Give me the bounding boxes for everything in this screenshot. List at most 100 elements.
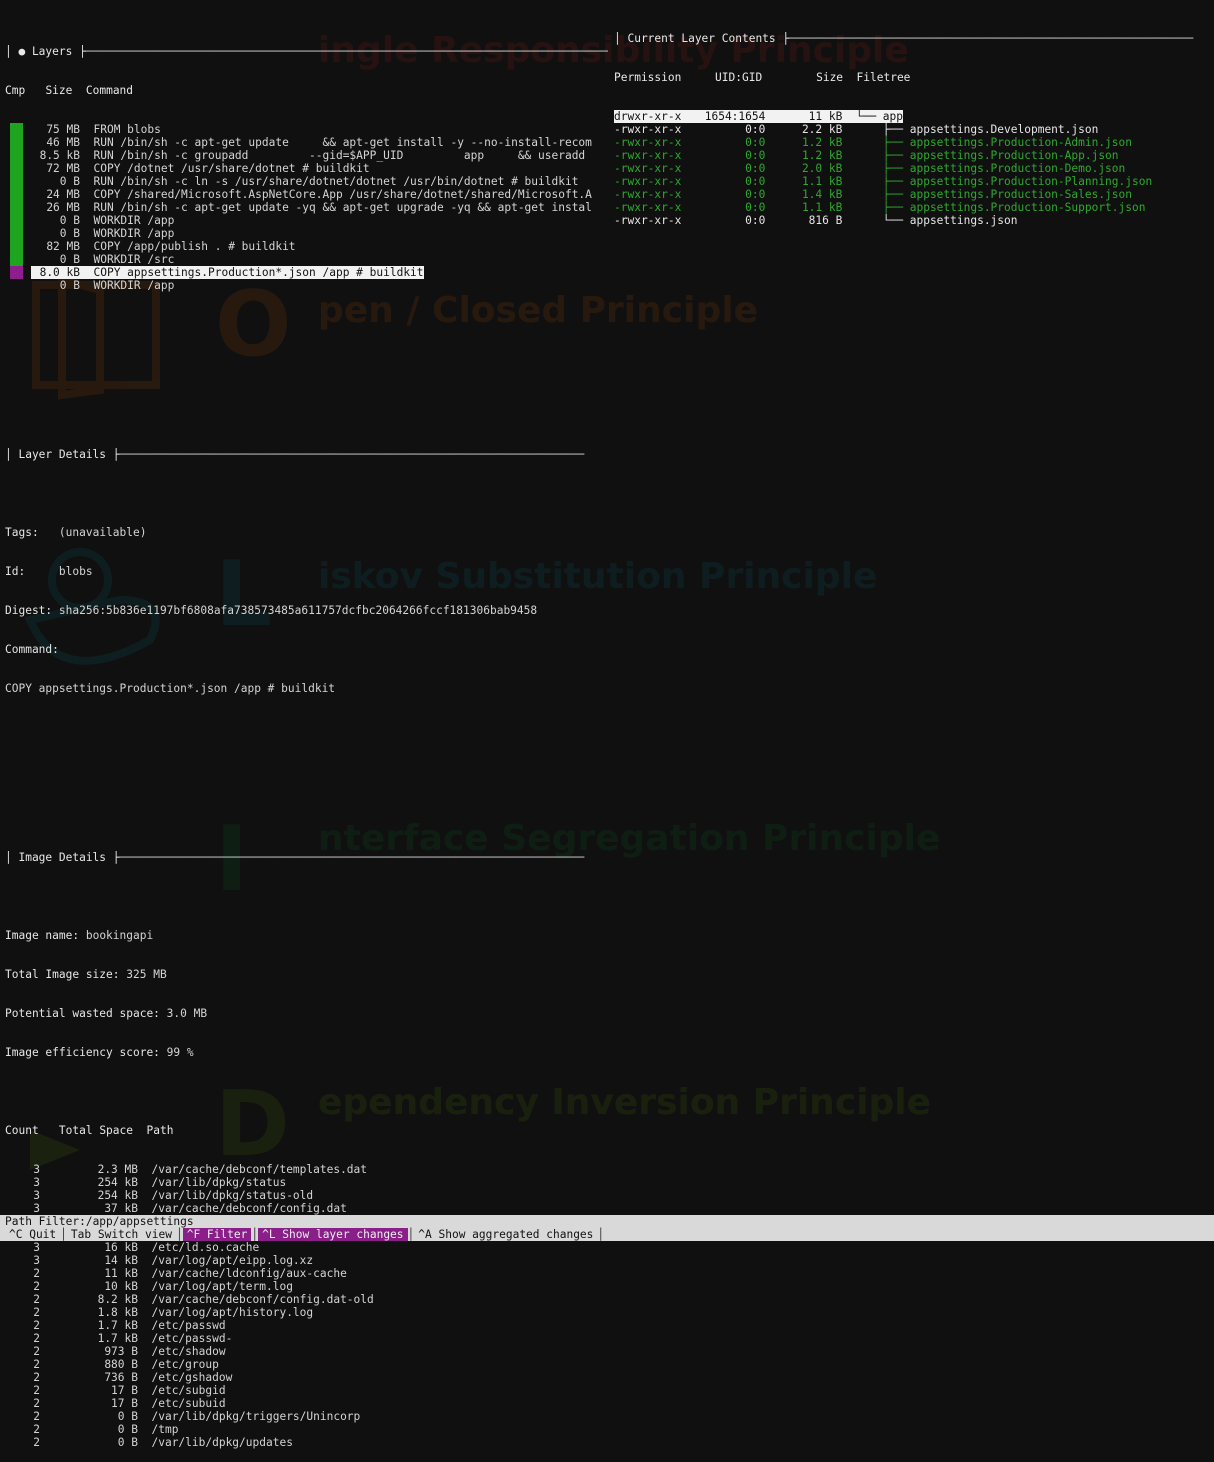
- file-row-body[interactable]: -rwxr-xr-x 0:0 1.4 kB ├── appsettings.Prod…: [614, 188, 1132, 201]
- keybinding-1[interactable]: Tab Switch view: [67, 1228, 176, 1241]
- layer-row[interactable]: 24 MB COPY /shared/Microsoft.AspNetCore.…: [5, 188, 608, 201]
- layer-row[interactable]: 26 MB RUN /bin/sh -c apt-get update -yq …: [5, 201, 608, 214]
- file-row[interactable]: drwxr-xr-x 1654:1654 11 kB └── app: [614, 110, 1214, 123]
- file-row[interactable]: -rwxr-xr-x 0:0 1.1 kB ├── appsettings.Prod…: [614, 201, 1214, 214]
- wasted-space: 0 B: [117, 1410, 138, 1423]
- keybinding-2[interactable]: ^F Filter: [182, 1228, 252, 1241]
- layer-row[interactable]: 0 B WORKDIR /app: [5, 279, 608, 292]
- wasted-row: 3 14 kB /var/log/apt/eipp.log.xz: [5, 1254, 608, 1267]
- wasted-space: 17 B: [111, 1384, 138, 1397]
- layer-row[interactable]: 82 MB COPY /app/publish . # buildkit: [5, 240, 608, 253]
- file-row-body[interactable]: -rwxr-xr-x 0:0 2.0 kB ├── appsettings.Prod…: [614, 162, 1125, 175]
- wasted-count: 2: [33, 1436, 40, 1449]
- layer-list[interactable]: 75 MB FROM blobs 46 MB RUN /bin/sh -c apt…: [5, 123, 608, 292]
- contents-panel-title: │ Current Layer Contents ├: [614, 32, 790, 45]
- layer-command: WORKDIR /src: [93, 253, 175, 266]
- file-size: 1.4 kB: [801, 188, 843, 201]
- path-filter[interactable]: Path Filter:/app/appsettings: [0, 1215, 1214, 1228]
- layer-row[interactable]: 0 B RUN /bin/sh -c ln -s /usr/share/dotn…: [5, 175, 608, 188]
- file-row[interactable]: -rwxr-xr-x 0:0 1.2 kB ├── appsettings.Prod…: [614, 149, 1214, 162]
- wasted-space-value: 3.0 MB: [166, 1007, 208, 1020]
- file-name: appsettings.Production-Planning.json: [909, 175, 1153, 188]
- tree-branch: ├──: [855, 201, 910, 214]
- layer-row[interactable]: 75 MB FROM blobs: [5, 123, 608, 136]
- file-row[interactable]: -rwxr-xr-x 0:0 816 B └── appsettings.json: [614, 214, 1214, 227]
- wasted-space: 736 B: [104, 1371, 138, 1384]
- file-row-body[interactable]: -rwxr-xr-x 0:0 1.2 kB ├── appsettings.Prod…: [614, 149, 1119, 162]
- file-row[interactable]: -rwxr-xr-x 0:0 2.0 kB ├── appsettings.Prod…: [614, 162, 1214, 175]
- keybinding-0[interactable]: ^C Quit: [5, 1228, 60, 1241]
- layer-row[interactable]: 46 MB RUN /bin/sh -c apt-get update && a…: [5, 136, 608, 149]
- file-tree[interactable]: drwxr-xr-x 1654:1654 11 kB └── app -rwxr-xr…: [614, 110, 1214, 227]
- file-row-body[interactable]: -rwxr-xr-x 0:0 1.1 kB ├── appsettings.Prod…: [614, 175, 1152, 188]
- col-path: Path: [146, 1124, 174, 1137]
- file-row-body[interactable]: -rwxr-xr-x 0:0 1.1 kB ├── appsettings.Prod…: [614, 201, 1145, 214]
- layer-row[interactable]: 8.5 kB RUN /bin/sh -c groupadd --gid=$AP…: [5, 149, 608, 162]
- layer-row-body[interactable]: 0 B WORKDIR /app: [31, 279, 175, 292]
- file-uidgid: 0:0: [745, 149, 766, 162]
- layer-row[interactable]: 0 B WORKDIR /src: [5, 253, 608, 266]
- layer-row-body[interactable]: 46 MB RUN /bin/sh -c apt-get update && a…: [31, 136, 592, 149]
- layer-row-body[interactable]: 8.5 kB RUN /bin/sh -c groupadd --gid=$AP…: [31, 149, 586, 162]
- file-row-body[interactable]: -rwxr-xr-x 0:0 2.2 kB ├── appsettings.Deve…: [614, 123, 1098, 136]
- tree-branch: ├──: [855, 149, 910, 162]
- layer-command: RUN /bin/sh -c ln -s /usr/share/dotnet/d…: [93, 175, 579, 188]
- layers-panel[interactable]: │ ● Layers ├────────────────────────────…: [5, 19, 608, 305]
- layer-row-body[interactable]: 82 MB COPY /app/publish . # buildkit: [31, 240, 295, 253]
- wasted-path: /var/cache/debconf/config.dat-old: [151, 1293, 374, 1306]
- file-row[interactable]: -rwxr-xr-x 0:0 1.2 kB ├── appsettings.Prod…: [614, 136, 1214, 149]
- wasted-path: /etc/group: [151, 1358, 219, 1371]
- layer-row-body[interactable]: 0 B WORKDIR /app: [31, 214, 175, 227]
- layer-row-body[interactable]: 72 MB COPY /dotnet /usr/share/dotnet # b…: [31, 162, 369, 175]
- file-name: appsettings.Production-Sales.json: [909, 188, 1133, 201]
- contents-panel[interactable]: │ Current Layer Contents ├──────────────…: [614, 6, 1214, 240]
- file-row-body[interactable]: -rwxr-xr-x 0:0 1.2 kB ├── appsettings.Prod…: [614, 136, 1132, 149]
- file-row[interactable]: -rwxr-xr-x 0:0 2.2 kB ├── appsettings.Deve…: [614, 123, 1214, 136]
- tree-branch: ├──: [855, 175, 910, 188]
- file-permission: -rwxr-xr-x: [614, 123, 682, 136]
- path-filter-input[interactable]: /app/appsettings: [86, 1215, 194, 1228]
- layer-row[interactable]: 72 MB COPY /dotnet /usr/share/dotnet # b…: [5, 162, 608, 175]
- file-uidgid: 0:0: [745, 136, 766, 149]
- layer-row-body[interactable]: 24 MB COPY /shared/Microsoft.AspNetCore.…: [31, 188, 592, 201]
- keybinding-4[interactable]: ^A Show aggregated changes: [414, 1228, 597, 1241]
- file-row-body[interactable]: drwxr-xr-x 1654:1654 11 kB └── app: [614, 110, 904, 123]
- wasted-path: /etc/passwd-: [151, 1332, 233, 1345]
- layer-row-body[interactable]: 75 MB FROM blobs: [31, 123, 161, 136]
- wasted-row: 2 0 B /var/lib/dpkg/updates: [5, 1436, 608, 1449]
- wasted-space: 254 kB: [97, 1189, 138, 1202]
- wasted-count: 2: [33, 1410, 40, 1423]
- keybinding-3[interactable]: ^L Show layer changes: [258, 1228, 408, 1241]
- layer-size: 46 MB: [46, 136, 80, 149]
- file-size: 1.2 kB: [801, 149, 843, 162]
- file-size: 11 kB: [808, 110, 843, 123]
- layer-row-body[interactable]: 0 B WORKDIR /src: [31, 253, 175, 266]
- layer-row[interactable]: 0 B WORKDIR /app: [5, 227, 608, 240]
- path-filter-label: Path Filter:: [5, 1215, 86, 1228]
- wasted-row: 2 1.8 kB /var/log/apt/history.log: [5, 1306, 608, 1319]
- wasted-columns: Count Total Space Path: [5, 1124, 608, 1137]
- file-uidgid: 0:0: [745, 188, 766, 201]
- file-row[interactable]: -rwxr-xr-x 0:0 1.1 kB ├── appsettings.Prod…: [614, 175, 1214, 188]
- col-filesize: Size: [816, 71, 844, 84]
- wasted-row: 2 1.7 kB /etc/passwd-: [5, 1332, 608, 1345]
- layer-row-body[interactable]: 26 MB RUN /bin/sh -c apt-get update -yq …: [31, 201, 592, 214]
- file-row-body[interactable]: -rwxr-xr-x 0:0 816 B └── appsettings.json: [614, 214, 1018, 227]
- layer-row[interactable]: 8.0 kB COPY appsettings.Production*.json…: [5, 266, 608, 279]
- layer-row-body[interactable]: 0 B RUN /bin/sh -c ln -s /usr/share/dotn…: [31, 175, 579, 188]
- cmp-indicator: [10, 253, 23, 266]
- layers-panel-header: │ ● Layers ├────────────────────────────…: [5, 45, 608, 58]
- wasted-space: 1.7 kB: [97, 1332, 138, 1345]
- layer-row-body[interactable]: 0 B WORKDIR /app: [31, 227, 175, 240]
- wasted-row: 2 17 B /etc/subuid: [5, 1397, 608, 1410]
- wasted-row: 2 17 B /etc/subgid: [5, 1384, 608, 1397]
- layer-size: 0 B: [59, 175, 80, 188]
- tree-branch: └──: [855, 214, 910, 227]
- layer-row-body[interactable]: 8.0 kB COPY appsettings.Production*.json…: [31, 266, 424, 279]
- file-row[interactable]: -rwxr-xr-x 0:0 1.4 kB ├── appsettings.Prod…: [614, 188, 1214, 201]
- wasted-path: /var/lib/dpkg/triggers/Unincorp: [151, 1410, 361, 1423]
- file-uidgid: 0:0: [745, 201, 766, 214]
- cmp-indicator: [10, 214, 23, 227]
- file-permission: drwxr-xr-x: [614, 110, 682, 123]
- layer-row[interactable]: 0 B WORKDIR /app: [5, 214, 608, 227]
